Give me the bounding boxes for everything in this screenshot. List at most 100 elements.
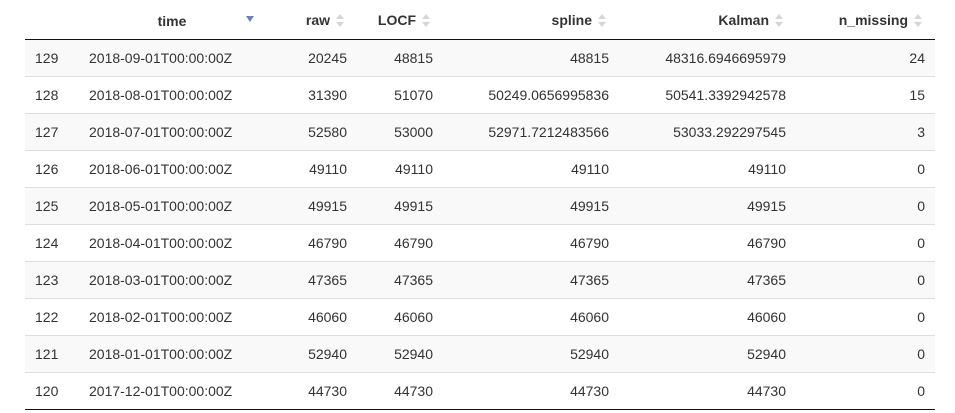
- cell-raw: 49110: [277, 150, 357, 188]
- header-kalman[interactable]: Kalman: [619, 2, 796, 40]
- header-raw[interactable]: raw: [277, 2, 357, 40]
- table-header: time raw LOCF spline Kalman n_missing: [25, 2, 935, 40]
- cell-kalman: 48316.6946695979: [619, 39, 796, 77]
- cell-locf: 44730: [357, 372, 443, 410]
- cell-spline: 47365: [443, 261, 619, 299]
- header-raw-label: raw: [305, 11, 330, 28]
- cell-idx: 126: [25, 150, 77, 188]
- cell-n-missing: 0: [796, 261, 935, 299]
- cell-spline: 46790: [443, 224, 619, 262]
- cell-raw: 52940: [277, 335, 357, 373]
- cell-locf: 48815: [357, 39, 443, 77]
- cell-n-missing: 0: [796, 335, 935, 373]
- cell-time: 2017-12-01T00:00:00Z: [77, 372, 277, 410]
- header-spline-label: spline: [551, 11, 592, 28]
- table-row[interactable]: 127 2018-07-01T00:00:00Z 52580 53000 52971.7…: [25, 113, 935, 151]
- sort-icon: [419, 13, 433, 29]
- cell-kalman: 46790: [619, 224, 796, 262]
- cell-idx: 129: [25, 39, 77, 77]
- cell-raw: 49915: [277, 187, 357, 225]
- cell-n-missing: 0: [796, 298, 935, 336]
- cell-time: 2018-08-01T00:00:00Z: [77, 76, 277, 114]
- cell-locf: 47365: [357, 261, 443, 299]
- cell-raw: 52580: [277, 113, 357, 151]
- data-table: time raw LOCF spline Kalman n_missing 12…: [25, 2, 935, 410]
- cell-locf: 51070: [357, 76, 443, 114]
- cell-kalman: 52940: [619, 335, 796, 373]
- cell-kalman: 46060: [619, 298, 796, 336]
- cell-idx: 120: [25, 372, 77, 410]
- cell-spline: 46060: [443, 298, 619, 336]
- cell-n-missing: 0: [796, 224, 935, 262]
- cell-time: 2018-01-01T00:00:00Z: [77, 335, 277, 373]
- cell-spline: 49110: [443, 150, 619, 188]
- header-spline[interactable]: spline: [443, 2, 619, 40]
- table-row[interactable]: 128 2018-08-01T00:00:00Z 31390 51070 50249.0…: [25, 76, 935, 114]
- cell-idx: 123: [25, 261, 77, 299]
- header-n-missing[interactable]: n_missing: [796, 2, 935, 40]
- cell-locf: 52940: [357, 335, 443, 373]
- sort-icon: [911, 13, 925, 29]
- cell-raw: 20245: [277, 39, 357, 77]
- cell-idx: 125: [25, 187, 77, 225]
- cell-idx: 122: [25, 298, 77, 336]
- cell-n-missing: 15: [796, 76, 935, 114]
- table-row[interactable]: 124 2018-04-01T00:00:00Z 46790 46790 46790 46…: [25, 224, 935, 262]
- cell-kalman: 44730: [619, 372, 796, 410]
- header-row: time raw LOCF spline Kalman n_missing: [25, 2, 935, 40]
- cell-n-missing: 0: [796, 187, 935, 225]
- sort-descending-icon[interactable]: [246, 16, 254, 22]
- cell-n-missing: 24: [796, 39, 935, 77]
- cell-raw: 31390: [277, 76, 357, 114]
- cell-kalman: 53033.292297545: [619, 113, 796, 151]
- cell-spline: 48815: [443, 39, 619, 77]
- header-index[interactable]: [25, 2, 77, 40]
- table-row[interactable]: 129 2018-09-01T00:00:00Z 20245 48815 48815 48…: [25, 39, 935, 77]
- header-n-missing-label: n_missing: [838, 11, 908, 28]
- cell-spline: 52971.7212483566: [443, 113, 619, 151]
- cell-locf: 46060: [357, 298, 443, 336]
- data-table-widget: time raw LOCF spline Kalman n_missing 12…: [0, 0, 955, 413]
- cell-time: 2018-09-01T00:00:00Z: [77, 39, 277, 77]
- table-body: 129 2018-09-01T00:00:00Z 20245 48815 48815 48…: [25, 39, 935, 410]
- table-row[interactable]: 120 2017-12-01T00:00:00Z 44730 44730 44730 44…: [25, 372, 935, 410]
- header-kalman-label: Kalman: [718, 11, 769, 28]
- cell-time: 2018-06-01T00:00:00Z: [77, 150, 277, 188]
- cell-kalman: 49915: [619, 187, 796, 225]
- table-row[interactable]: 121 2018-01-01T00:00:00Z 52940 52940 52940 52…: [25, 335, 935, 373]
- cell-locf: 49915: [357, 187, 443, 225]
- cell-idx: 127: [25, 113, 77, 151]
- cell-raw: 47365: [277, 261, 357, 299]
- cell-raw: 46060: [277, 298, 357, 336]
- cell-locf: 49110: [357, 150, 443, 188]
- cell-time: 2018-05-01T00:00:00Z: [77, 187, 277, 225]
- cell-kalman: 50541.3392942578: [619, 76, 796, 114]
- sort-icon: [333, 13, 347, 29]
- cell-time: 2018-04-01T00:00:00Z: [77, 224, 277, 262]
- sort-icon: [772, 13, 786, 29]
- cell-idx: 128: [25, 76, 77, 114]
- cell-time: 2018-07-01T00:00:00Z: [77, 113, 277, 151]
- cell-spline: 50249.0656995836: [443, 76, 619, 114]
- cell-spline: 52940: [443, 335, 619, 373]
- cell-kalman: 47365: [619, 261, 796, 299]
- table-row[interactable]: 126 2018-06-01T00:00:00Z 49110 49110 49110 49…: [25, 150, 935, 188]
- cell-locf: 53000: [357, 113, 443, 151]
- cell-idx: 121: [25, 335, 77, 373]
- cell-idx: 124: [25, 224, 77, 262]
- sort-icon: [595, 13, 609, 29]
- header-time-label: time: [157, 12, 187, 29]
- cell-kalman: 49110: [619, 150, 796, 188]
- cell-time: 2018-02-01T00:00:00Z: [77, 298, 277, 336]
- cell-spline: 49915: [443, 187, 619, 225]
- cell-n-missing: 3: [796, 113, 935, 151]
- table-row[interactable]: 125 2018-05-01T00:00:00Z 49915 49915 49915 49…: [25, 187, 935, 225]
- cell-raw: 46790: [277, 224, 357, 262]
- table-row[interactable]: 123 2018-03-01T00:00:00Z 47365 47365 47365 47…: [25, 261, 935, 299]
- cell-spline: 44730: [443, 372, 619, 410]
- cell-n-missing: 0: [796, 372, 935, 410]
- header-locf[interactable]: LOCF: [357, 2, 443, 40]
- cell-time: 2018-03-01T00:00:00Z: [77, 261, 277, 299]
- table-row[interactable]: 122 2018-02-01T00:00:00Z 46060 46060 46060 46…: [25, 298, 935, 336]
- cell-raw: 44730: [277, 372, 357, 410]
